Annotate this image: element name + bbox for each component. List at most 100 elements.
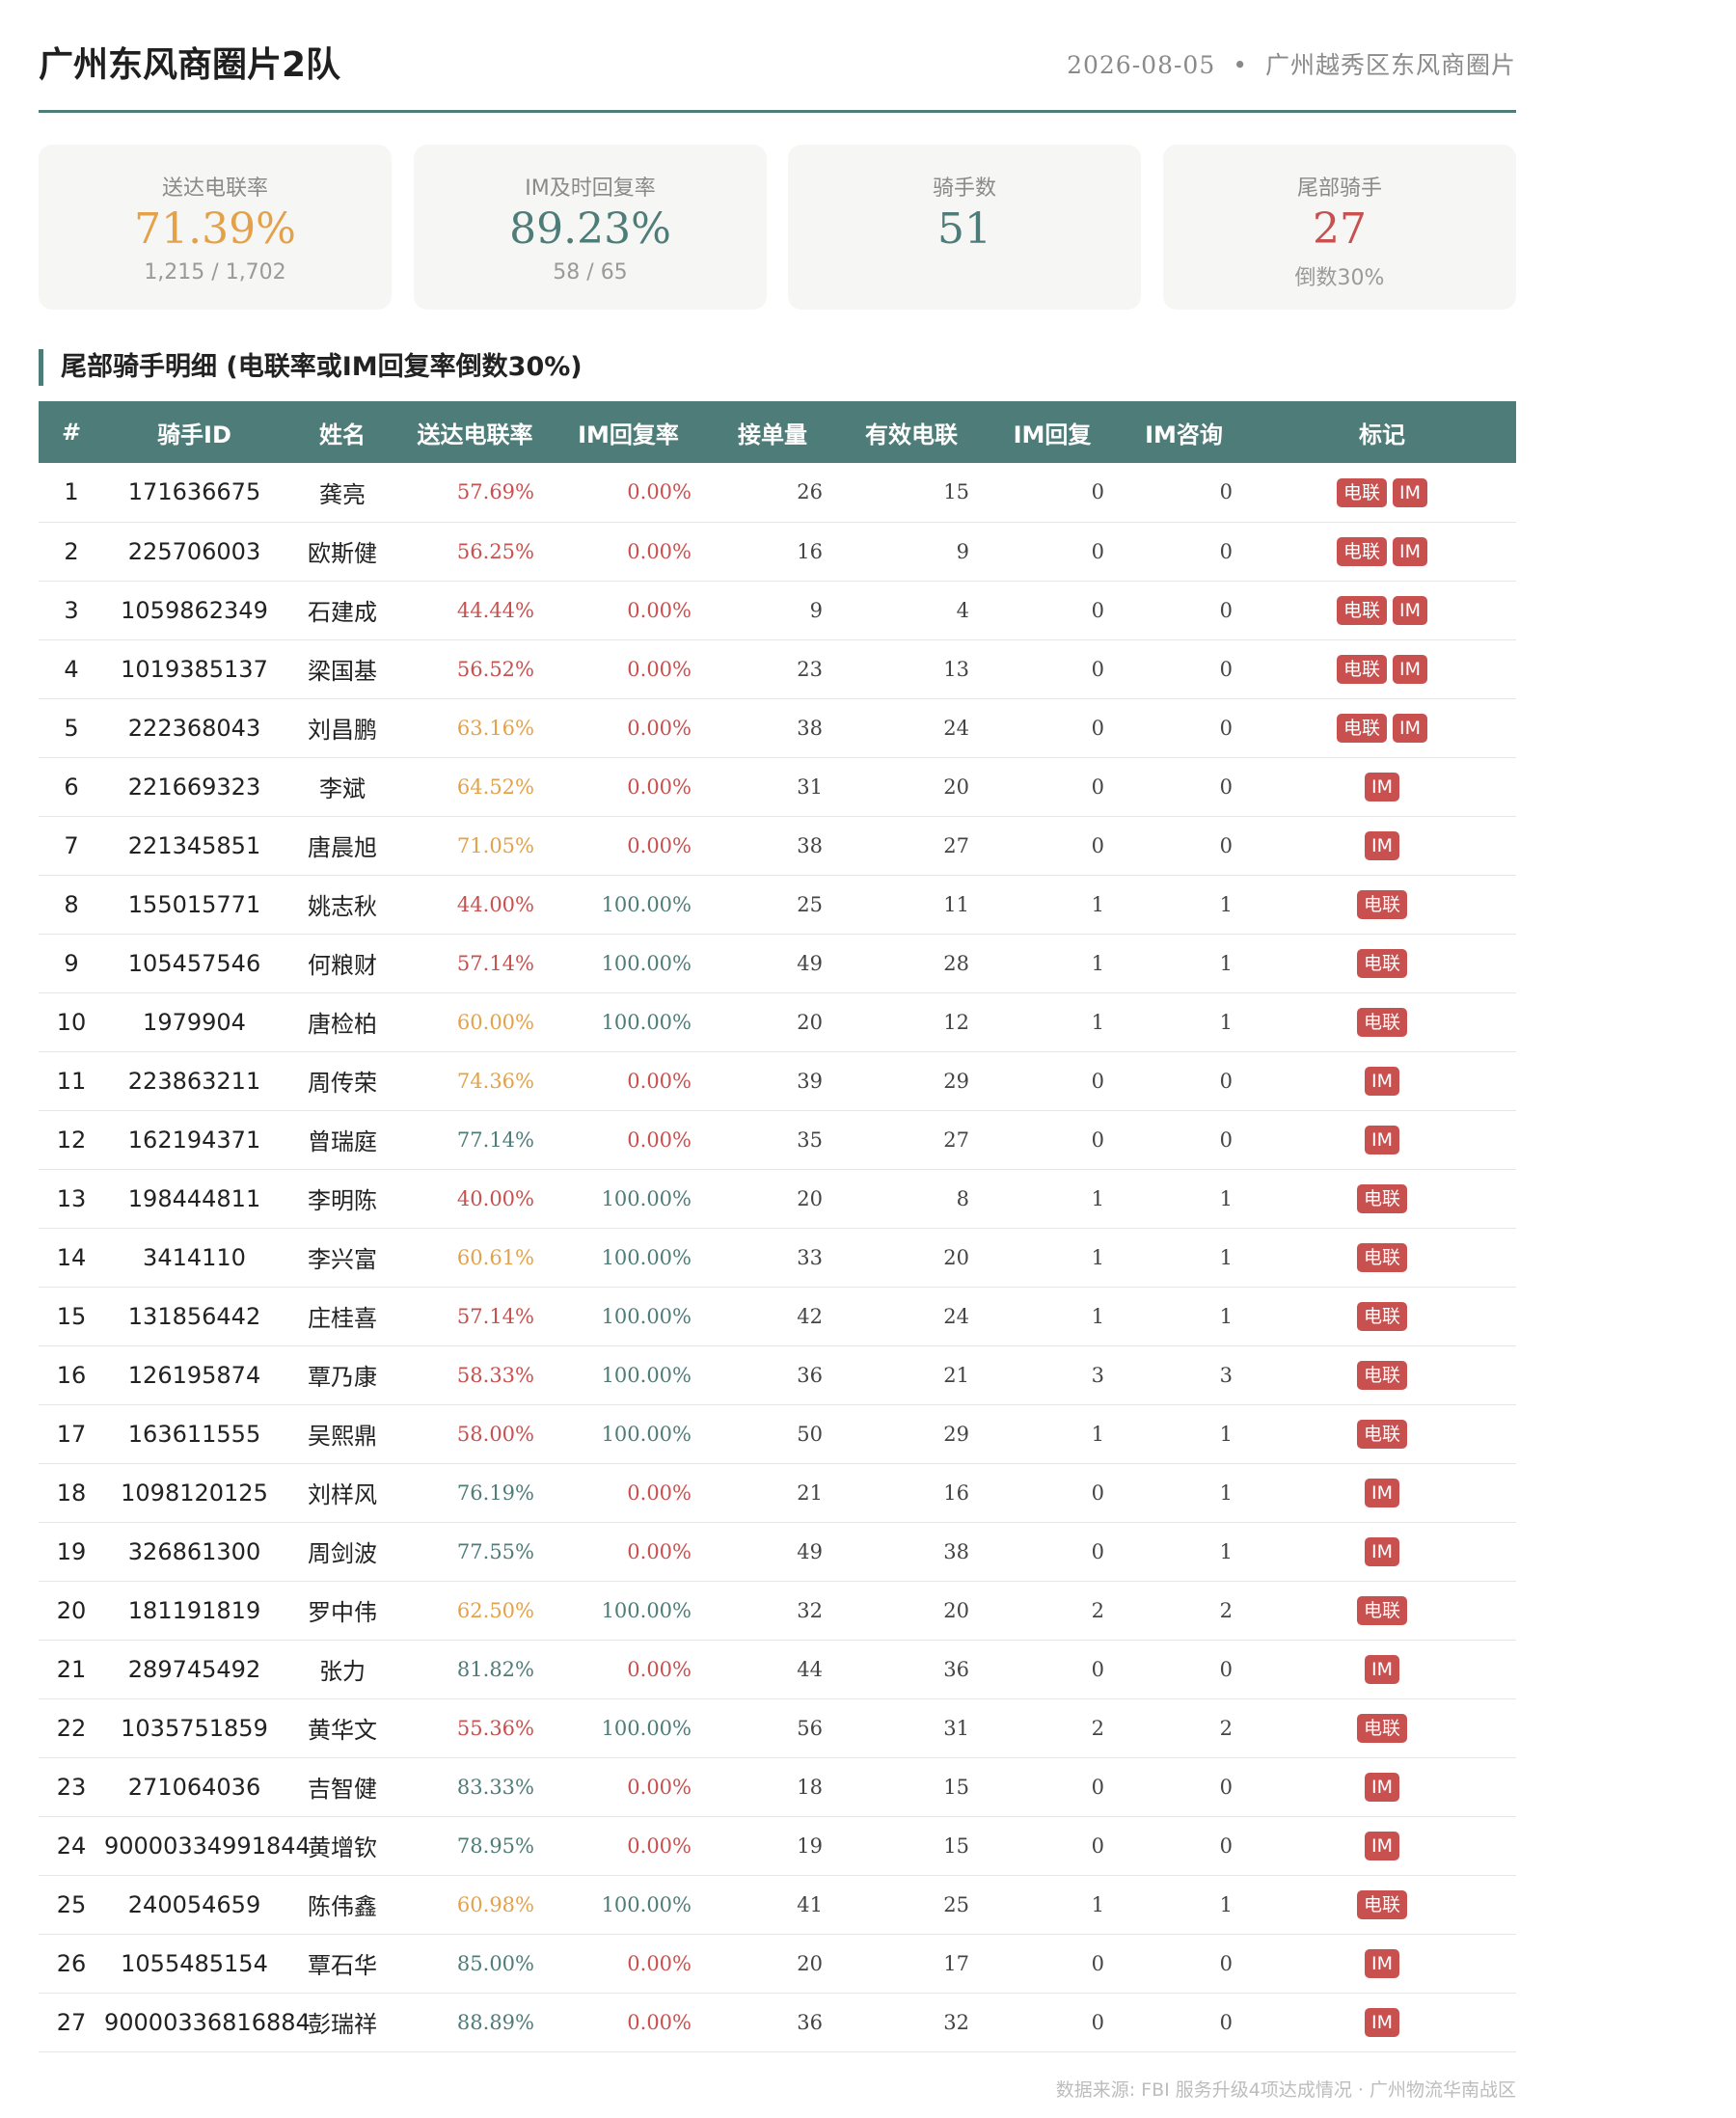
row-index: 16 <box>56 1361 87 1389</box>
rider-name: 何粮财 <box>308 952 377 979</box>
im-reply-count: 1 <box>1091 1422 1104 1446</box>
rider-id: 1979904 <box>143 1008 246 1036</box>
im-rate: 100.00% <box>601 1422 692 1446</box>
rider-id: 271064036 <box>127 1773 261 1801</box>
orders-count: 36 <box>797 2010 823 2034</box>
im-rate: 100.00% <box>601 1010 692 1034</box>
im-rate: 0.00% <box>627 657 692 681</box>
rider-id: 326861300 <box>127 1537 261 1565</box>
flags-cell: IM <box>1248 1463 1516 1522</box>
im-flag-badge: IM <box>1393 596 1427 625</box>
table-row: 11 223863211 周传荣 74.36% 0.00% 39 29 0 0 IM <box>39 1051 1516 1110</box>
call-rate: 64.52% <box>456 774 534 799</box>
im-consult-count: 0 <box>1219 716 1233 740</box>
im-rate: 0.00% <box>627 1480 692 1505</box>
flags-cell: 电联 IM <box>1248 698 1516 757</box>
flags-cell: 电联 <box>1248 1698 1516 1757</box>
im-consult-count: 1 <box>1219 1539 1233 1563</box>
row-index: 7 <box>64 831 79 859</box>
flags-cell: 电联 <box>1248 934 1516 992</box>
call-rate: 55.36% <box>456 1716 534 1740</box>
kpi-label: 尾部骑手 <box>1296 176 1382 201</box>
valid-calls: 13 <box>943 657 969 681</box>
rider-id: 1019385137 <box>121 655 268 683</box>
table-row: 7 221345851 唐晨旭 71.05% 0.00% 38 27 0 0 IM <box>39 816 1516 875</box>
im-consult-count: 0 <box>1219 1127 1233 1152</box>
column-header: 接单量 <box>738 421 807 448</box>
im-rate: 0.00% <box>627 1833 692 1858</box>
im-rate: 0.00% <box>627 2010 692 2034</box>
orders-count: 21 <box>797 1480 823 1505</box>
call-flag-badge: 电联 <box>1356 1361 1407 1390</box>
valid-calls: 11 <box>943 892 969 916</box>
call-rate: 83.33% <box>456 1775 534 1799</box>
table-row: 13 198444811 李明陈 40.00% 100.00% 20 8 1 1 电联 <box>39 1169 1516 1228</box>
im-rate: 0.00% <box>627 716 692 740</box>
orders-count: 31 <box>797 774 823 799</box>
im-reply-count: 1 <box>1091 892 1104 916</box>
im-reply-count: 0 <box>1091 2010 1104 2034</box>
orders-count: 33 <box>797 1245 823 1269</box>
call-flag-badge: 电联 <box>1336 477 1387 507</box>
call-rate: 63.16% <box>456 716 534 740</box>
flags-cell: 电联 <box>1248 1228 1516 1287</box>
rider-id: 171636675 <box>127 478 261 506</box>
call-flag-badge: 电联 <box>1356 1420 1407 1449</box>
table-row: 17 163611555 吴熙鼎 58.00% 100.00% 50 29 1 1 电联 <box>39 1404 1516 1463</box>
im-reply-count: 0 <box>1091 774 1104 799</box>
im-flag-badge: IM <box>1393 655 1427 684</box>
im-reply-count: 1 <box>1091 1892 1104 1916</box>
im-flag-badge: IM <box>1365 1126 1399 1154</box>
orders-count: 35 <box>797 1127 823 1152</box>
kpi-sub: 58 / 65 <box>553 260 628 285</box>
rider-name: 唐晨旭 <box>308 834 377 861</box>
call-flag-badge: 电联 <box>1356 890 1407 919</box>
call-rate: 56.25% <box>456 539 534 563</box>
im-reply-count: 0 <box>1091 1951 1104 1975</box>
rider-name: 罗中伟 <box>308 1599 377 1626</box>
table-row: 22 1035751859 黄华文 55.36% 100.00% 56 31 2 2 电联 <box>39 1698 1516 1757</box>
rider-name: 吉智健 <box>308 1776 377 1803</box>
call-rate: 71.05% <box>456 833 534 857</box>
table-row: 16 126195874 覃乃康 58.33% 100.00% 36 21 3 3 电联 <box>39 1345 1516 1404</box>
im-rate: 100.00% <box>601 892 692 916</box>
rider-name: 张力 <box>319 1658 366 1685</box>
call-rate: 77.55% <box>456 1539 534 1563</box>
call-flag-badge: 电联 <box>1336 596 1387 625</box>
table-row: 27 90000336816884 彭瑞祥 88.89% 0.00% 36 32 0 0 IM <box>39 1993 1516 2051</box>
call-rate: 74.36% <box>456 1069 534 1093</box>
im-reply-count: 0 <box>1091 833 1104 857</box>
row-index: 23 <box>56 1773 87 1801</box>
call-flag-badge: 电联 <box>1356 1890 1407 1919</box>
rider-id: 223863211 <box>127 1067 261 1095</box>
call-rate: 58.00% <box>456 1422 534 1446</box>
im-flag-badge: IM <box>1365 1479 1399 1507</box>
rider-id: 131856442 <box>127 1302 261 1330</box>
call-rate: 60.00% <box>456 1010 534 1034</box>
im-rate: 100.00% <box>601 1363 692 1387</box>
row-index: 10 <box>56 1008 87 1036</box>
orders-count: 50 <box>797 1422 823 1446</box>
im-consult-count: 0 <box>1219 480 1233 504</box>
im-reply-count: 2 <box>1091 1598 1104 1622</box>
rider-id: 198444811 <box>127 1184 261 1212</box>
rider-id: 90000336816884 <box>104 2008 311 2036</box>
im-consult-count: 0 <box>1219 1069 1233 1093</box>
rider-name: 李明陈 <box>308 1187 377 1214</box>
valid-calls: 15 <box>943 1833 969 1858</box>
im-rate: 0.00% <box>627 1657 692 1681</box>
call-rate: 57.14% <box>456 1304 534 1328</box>
valid-calls: 20 <box>943 774 969 799</box>
row-index: 3 <box>64 596 79 624</box>
call-flag-badge: 电联 <box>1356 1714 1407 1743</box>
flags-cell: IM <box>1248 1757 1516 1816</box>
orders-count: 20 <box>797 1186 823 1210</box>
im-rate: 0.00% <box>627 774 692 799</box>
table-row: 10 1979904 唐检柏 60.00% 100.00% 20 12 1 1 电联 <box>39 992 1516 1051</box>
call-rate: 44.44% <box>456 598 534 622</box>
row-index: 9 <box>64 949 79 977</box>
im-reply-count: 1 <box>1091 1010 1104 1034</box>
im-consult-count: 1 <box>1219 1010 1233 1034</box>
table-row: 6 221669323 李斌 64.52% 0.00% 31 20 0 0 IM <box>39 757 1516 816</box>
column-header: 送达电联率 <box>417 421 533 448</box>
